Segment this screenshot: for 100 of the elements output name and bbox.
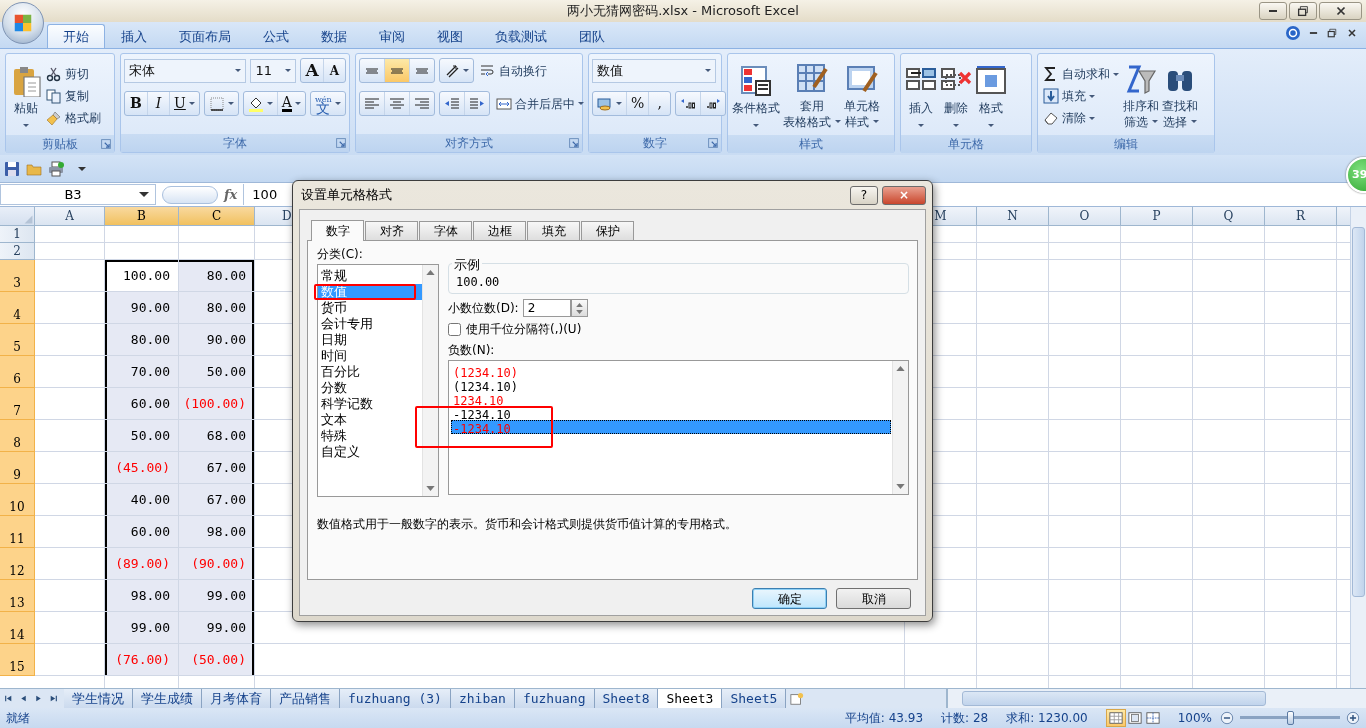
column-header[interactable]: C (179, 207, 255, 225)
toolbar-button[interactable] (439, 58, 474, 83)
customize-button[interactable] (78, 166, 86, 171)
toolbar-button[interactable]: A (323, 59, 345, 82)
ok-button[interactable]: 确定 (752, 588, 827, 609)
sheet-tab[interactable]: Sheet3 (658, 689, 723, 708)
zoom-in-button[interactable] (1346, 711, 1360, 725)
list-item[interactable]: 常规 (318, 268, 347, 284)
checkbox[interactable] (448, 322, 461, 336)
ribbon-button[interactable]: 清除 (1041, 107, 1121, 129)
sheet-tab[interactable]: 学生情况 (64, 689, 133, 708)
slider-thumb[interactable] (1287, 711, 1294, 725)
row-header[interactable]: 6 (0, 356, 35, 388)
number-field[interactable]: 2 (522, 299, 571, 317)
row-header[interactable]: 15 (0, 644, 35, 676)
close-button[interactable] (1346, 27, 1358, 39)
ribbon-button[interactable]: 插入 (904, 64, 938, 128)
sheet-tab[interactable]: Sheet5 (722, 689, 787, 708)
ribbon-button[interactable]: 查找和 选择 (1161, 61, 1199, 131)
ribbon-button[interactable]: 格式 (974, 64, 1008, 128)
row-header[interactable]: 8 (0, 420, 35, 452)
view-button[interactable] (1105, 709, 1126, 727)
sheet-tab[interactable]: zhiban (450, 689, 515, 708)
list-item[interactable]: 文本 (318, 412, 347, 428)
restore-button[interactable] (1289, 2, 1317, 20)
list-item[interactable]: 货币 (318, 300, 347, 316)
row-header[interactable]: 11 (0, 516, 35, 548)
tab[interactable]: 填充 (527, 221, 580, 240)
row-header[interactable]: 10 (0, 484, 35, 516)
row-header[interactable]: 4 (0, 292, 35, 324)
ribbon-tab[interactable]: 开始 (47, 24, 105, 48)
sheet-tab[interactable]: 学生成绩 (133, 689, 202, 708)
ribbon-button[interactable]: 自动求和 (1041, 63, 1121, 85)
vertical-scrollbar[interactable] (1350, 207, 1366, 688)
row-header[interactable]: 12 (0, 548, 35, 580)
ribbon-button[interactable]: 删除 (939, 64, 973, 128)
dropdown-field[interactable]: 宋体 (124, 58, 247, 83)
sheet-tab[interactable]: 产品销售 (271, 689, 340, 708)
previous-sheet-button[interactable] (19, 694, 28, 703)
row-header[interactable]: 3 (0, 260, 35, 292)
dropdown-field[interactable]: 数值 (592, 58, 716, 83)
row-header[interactable]: 7 (0, 388, 35, 420)
ribbon-button[interactable]: 排序和 筛选 (1122, 61, 1160, 131)
last-sheet-button[interactable] (49, 694, 58, 703)
insert-function-button[interactable]: fx (218, 184, 244, 205)
row-header[interactable]: 14 (0, 612, 35, 644)
toolbar-button[interactable]: B (125, 92, 147, 115)
toolbar-button[interactable]: wén 文 (309, 91, 346, 116)
ribbon-button[interactable]: 自动换行 (478, 59, 549, 82)
ribbon-tab[interactable]: 数据 (305, 24, 363, 48)
list-item[interactable]: 科学记数 (318, 396, 373, 412)
list-item[interactable]: 百分比 (318, 364, 360, 380)
toolbar-button[interactable]: A (276, 92, 305, 115)
column-header[interactable]: B (105, 207, 179, 225)
list-item[interactable]: 会计专用 (318, 316, 373, 332)
ribbon-button[interactable]: 复制 (44, 85, 103, 107)
ribbon-tab[interactable]: 负载测试 (479, 24, 563, 48)
ribbon-tab[interactable]: 公式 (247, 24, 305, 48)
toolbar-button[interactable]: A (301, 59, 323, 82)
restore-button[interactable] (1326, 27, 1338, 39)
ribbon-tab[interactable]: 插入 (105, 24, 163, 48)
resize-handle[interactable] (162, 185, 218, 204)
scrollbar[interactable] (892, 361, 908, 494)
cancel-button[interactable]: 取消 (836, 588, 911, 609)
ribbon-button[interactable]: 填充 (1041, 85, 1121, 107)
ribbon-button[interactable]: 剪切 (44, 63, 103, 85)
dialog-launcher-button[interactable] (101, 139, 111, 149)
name-box[interactable]: B3 (0, 184, 156, 205)
sheet-tab[interactable]: Sheet8 (594, 689, 659, 708)
ribbon-button[interactable]: 条件格式 (731, 64, 781, 128)
list-item[interactable]: -1234.10 (453, 408, 511, 422)
toolbar-button[interactable]: U (169, 92, 199, 115)
ribbon-tab[interactable]: 页面布局 (163, 24, 247, 48)
toolbar-button[interactable] (203, 91, 239, 116)
tab[interactable]: 边框 (473, 221, 526, 240)
list-item[interactable]: 分数 (318, 380, 347, 396)
minimize-button[interactable] (1259, 2, 1287, 20)
ribbon-button[interactable]: 粘贴 (9, 64, 43, 128)
view-button[interactable] (1143, 710, 1162, 726)
help-button[interactable] (1285, 25, 1301, 41)
tab[interactable]: 字体 (419, 221, 472, 240)
scrollbar[interactable] (422, 265, 438, 496)
list-item[interactable]: (1234.10) (453, 380, 519, 394)
list-item[interactable]: 特殊 (318, 428, 347, 444)
ribbon-button[interactable]: 套用 表格格式 (782, 61, 842, 131)
sheet-tab[interactable]: 月考体育 (202, 689, 271, 708)
dialog-launcher-button[interactable] (708, 138, 718, 148)
toolbar-button[interactable]: % (626, 92, 649, 115)
list-item[interactable]: 自定义 (318, 444, 360, 460)
tab[interactable]: 对齐 (365, 221, 418, 240)
ribbon-button[interactable]: 单元格 样式 (843, 61, 881, 131)
ribbon-tab[interactable]: 团队 (563, 24, 621, 48)
list-item[interactable]: 时间 (318, 348, 347, 364)
list-item[interactable]: 日期 (318, 332, 347, 348)
view-button[interactable] (1125, 710, 1144, 726)
dropdown-field[interactable]: 11 (250, 58, 296, 83)
row-header[interactable]: 2 (0, 243, 35, 260)
toolbar-button[interactable]: I (147, 92, 169, 115)
toolbar-button[interactable]: , (648, 92, 671, 115)
first-sheet-button[interactable] (4, 694, 13, 703)
